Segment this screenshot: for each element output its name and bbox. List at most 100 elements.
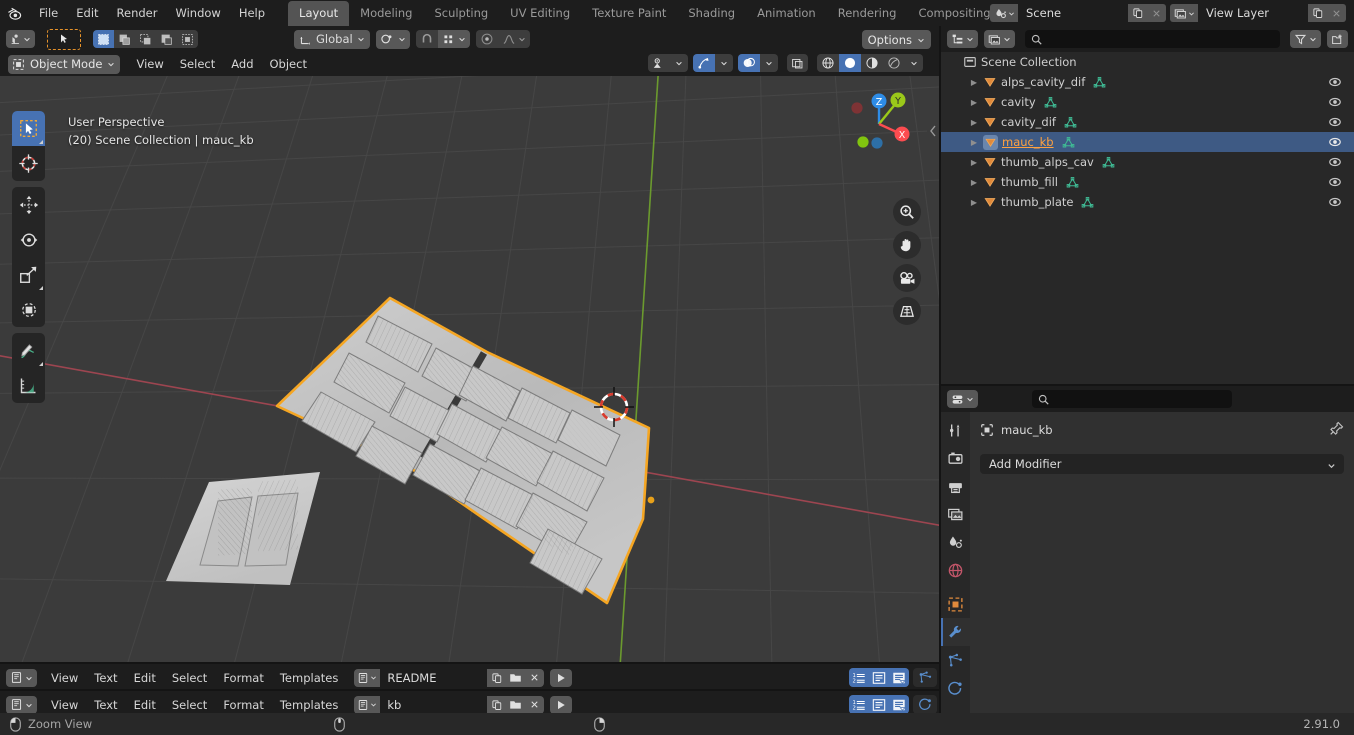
mesh-data-icon[interactable] (1064, 116, 1077, 129)
select-invert-icon[interactable] (156, 30, 177, 48)
zoom-view-button[interactable] (893, 198, 921, 226)
solid-shading-icon[interactable] (839, 54, 861, 72)
gizmo-dropdown[interactable] (715, 54, 733, 72)
unlink-scene-button[interactable] (1147, 4, 1166, 22)
text1-filename[interactable]: README (380, 668, 488, 687)
properties-tab-particles[interactable] (941, 646, 970, 674)
new-collection-icon[interactable] (1327, 30, 1348, 48)
outliner-item-cavity[interactable]: ▶ cavity (941, 92, 1354, 112)
visibility-eye-icon[interactable] (1328, 115, 1342, 132)
tool-scale[interactable] (12, 257, 45, 292)
remove-viewlayer-button[interactable] (1327, 4, 1346, 22)
text2-menu-text[interactable]: Text (86, 696, 125, 714)
panel-separator-vertical[interactable] (939, 26, 941, 713)
viewport-menu-object[interactable]: Object (262, 55, 315, 73)
properties-tab-modifier[interactable] (941, 618, 970, 646)
magnet-icon[interactable] (415, 30, 438, 48)
line-numbers-icon[interactable]: 12 (849, 668, 869, 687)
panel-separator-horizontal[interactable] (941, 384, 1354, 386)
new-scene-button[interactable] (1128, 4, 1147, 22)
text1-run-script-button[interactable] (550, 668, 573, 687)
tab-shading[interactable]: Shading (677, 1, 746, 26)
viewport-menu-add[interactable]: Add (223, 55, 261, 73)
text2-side-editor-icon[interactable] (913, 695, 937, 714)
text-datablock-icon[interactable] (354, 695, 381, 714)
tool-move[interactable] (12, 187, 45, 222)
text2-menu-format[interactable]: Format (215, 696, 272, 714)
text2-run-script-button[interactable] (550, 695, 573, 714)
viewlayer-name-field[interactable]: View Layer (1198, 4, 1308, 22)
editor-type-properties-icon[interactable] (947, 390, 978, 408)
tab-texture-paint[interactable]: Texture Paint (581, 1, 677, 26)
word-wrap-icon[interactable] (869, 695, 889, 714)
text2-menu-view[interactable]: View (43, 696, 86, 714)
disclosure-triangle-icon[interactable]: ▶ (967, 178, 981, 187)
text2-datablock-field[interactable]: kb (354, 695, 545, 714)
tool-measure[interactable] (12, 368, 45, 403)
tool-rotate[interactable] (12, 222, 45, 257)
pin-icon[interactable] (1329, 421, 1344, 439)
tool-cursor[interactable] (12, 146, 45, 181)
text1-menu-select[interactable]: Select (164, 669, 215, 687)
tab-layout[interactable]: Layout (288, 1, 350, 26)
editor-type-3dview-icon[interactable] (6, 30, 35, 48)
gizmo-selector[interactable] (693, 54, 733, 72)
viewport-menu-select[interactable]: Select (172, 55, 223, 73)
mesh-data-icon[interactable] (1081, 196, 1094, 209)
proportional-edit-icon[interactable] (475, 30, 498, 48)
material-preview-icon[interactable] (861, 54, 883, 72)
text1-new-button[interactable] (487, 668, 507, 687)
properties-tab-scene[interactable] (941, 528, 970, 556)
properties-search-input[interactable] (1032, 390, 1232, 408)
editor-type-selector[interactable] (6, 30, 35, 48)
menu-help[interactable]: Help (230, 3, 274, 23)
menu-render[interactable]: Render (108, 3, 167, 23)
tab-compositing[interactable]: Compositing (907, 1, 1001, 26)
pivot-point-selector[interactable] (375, 29, 410, 49)
disclosure-triangle-icon[interactable]: ▶ (967, 138, 981, 147)
new-viewlayer-button[interactable] (1308, 4, 1327, 22)
disclosure-triangle-icon[interactable]: ▶ (967, 198, 981, 207)
outliner-display-mode[interactable] (947, 30, 978, 48)
outliner-id-type-icon[interactable] (984, 30, 1015, 48)
tool-transform[interactable] (12, 292, 45, 327)
text1-unlink-button[interactable] (525, 668, 545, 687)
disclosure-triangle-icon[interactable]: ▶ (967, 118, 981, 127)
properties-tab-tool[interactable] (941, 416, 970, 444)
mesh-data-icon[interactable] (1066, 176, 1079, 189)
text2-menu-edit[interactable]: Edit (126, 696, 164, 714)
navigation-gizmo[interactable]: Z Y X (837, 82, 921, 166)
viewport-menu-view[interactable]: View (128, 55, 171, 73)
text1-menu-templates[interactable]: Templates (272, 669, 346, 687)
text1-menu-text[interactable]: Text (86, 669, 125, 687)
visibility-eye-icon[interactable] (648, 54, 670, 72)
xray-toggle-icon[interactable] (787, 54, 808, 72)
text2-unlink-button[interactable] (525, 695, 545, 714)
visibility-eye-icon[interactable] (1328, 175, 1342, 192)
outliner-root-scene-collection[interactable]: Scene Collection (941, 52, 1354, 72)
overlays-dropdown[interactable] (760, 54, 778, 72)
select-extend-icon[interactable] (114, 30, 135, 48)
text-datablock-icon[interactable] (354, 668, 381, 687)
text1-menu-edit[interactable]: Edit (126, 669, 164, 687)
transform-orientation-selector[interactable]: Global (294, 29, 370, 49)
outliner-search-input[interactable] (1025, 30, 1280, 48)
text2-filename[interactable]: kb (380, 695, 488, 714)
editor-type-text-icon[interactable] (6, 668, 37, 687)
menu-edit[interactable]: Edit (67, 3, 107, 23)
mesh-data-icon[interactable] (1102, 156, 1115, 169)
properties-tab-physics[interactable] (941, 674, 970, 702)
scene-selector[interactable]: Scene (990, 4, 1166, 22)
select-set-icon[interactable] (93, 30, 114, 48)
sidebar-collapse-arrow[interactable] (927, 118, 939, 144)
outliner-item-cavity_dif[interactable]: ▶ cavity_dif (941, 112, 1354, 132)
add-modifier-button[interactable]: Add Modifier (980, 454, 1344, 474)
text1-side-editor-icon[interactable] (913, 668, 937, 687)
text1-datablock-field[interactable]: README (354, 668, 545, 687)
line-numbers-icon[interactable]: 12 (849, 695, 869, 714)
viewlayer-selector[interactable]: View Layer (1170, 4, 1346, 22)
visibility-selector[interactable] (648, 54, 688, 72)
text2-menu-select[interactable]: Select (164, 696, 215, 714)
properties-tab-object[interactable] (941, 590, 970, 618)
tab-rendering[interactable]: Rendering (827, 1, 908, 26)
